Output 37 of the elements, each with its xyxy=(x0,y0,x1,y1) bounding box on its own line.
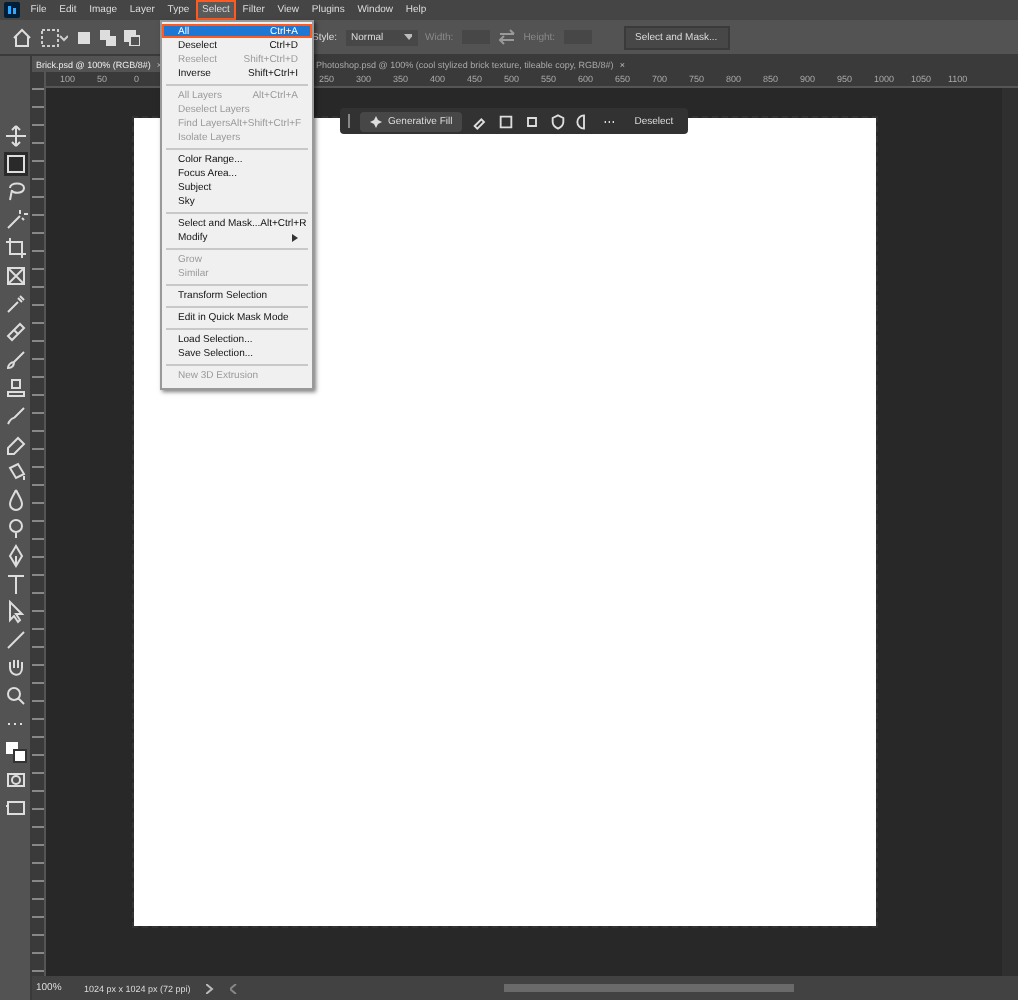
eyedropper-tool-icon[interactable] xyxy=(3,292,27,316)
wand-tool-icon[interactable] xyxy=(3,208,27,232)
new-selection-icon[interactable] xyxy=(76,29,92,45)
type-tool-icon[interactable] xyxy=(3,572,27,596)
scrollbar-thumb[interactable] xyxy=(504,984,795,992)
dodge-tool-icon[interactable] xyxy=(3,516,27,540)
move-tool-icon[interactable] xyxy=(3,124,27,148)
mask-tool-icon[interactable] xyxy=(3,768,27,792)
swap-icon[interactable] xyxy=(497,28,516,46)
hand-tool-icon[interactable] xyxy=(3,656,27,680)
vertical-scrollbar[interactable] xyxy=(1002,88,1018,976)
path-tool-icon[interactable] xyxy=(3,600,27,624)
history-tool-icon[interactable] xyxy=(3,404,27,428)
marquee-preset-icon[interactable] xyxy=(40,27,68,47)
frame-tool-icon[interactable] xyxy=(3,264,27,288)
line-tool-icon[interactable] xyxy=(3,628,27,652)
crop-tool-icon[interactable] xyxy=(3,236,27,260)
lasso-tool-icon[interactable] xyxy=(3,180,27,204)
scroll-left-icon[interactable] xyxy=(230,983,239,993)
sparkle-icon xyxy=(370,115,382,127)
subtract-selection-icon[interactable] xyxy=(124,29,140,45)
colors-tool-icon[interactable] xyxy=(3,740,27,764)
eraser-tool-icon[interactable] xyxy=(3,432,27,456)
brush-tool-icon[interactable] xyxy=(3,348,27,372)
heal-tool-icon[interactable] xyxy=(3,320,27,344)
pen-tool-icon[interactable] xyxy=(3,544,27,568)
chevron-right-icon[interactable] xyxy=(206,983,215,993)
caret-icon xyxy=(403,33,412,41)
add-selection-icon[interactable] xyxy=(100,29,116,45)
zoom-tool-icon[interactable] xyxy=(3,684,27,708)
marquee-tool-icon[interactable] xyxy=(3,152,27,176)
blur-tool-icon[interactable] xyxy=(3,488,27,512)
bucket-tool-icon[interactable] xyxy=(3,460,27,484)
app-logo-icon[interactable] xyxy=(4,2,20,18)
stamp-tool-icon[interactable] xyxy=(3,376,27,400)
home-icon[interactable] xyxy=(12,27,32,47)
screen-tool-icon[interactable] xyxy=(3,796,27,820)
